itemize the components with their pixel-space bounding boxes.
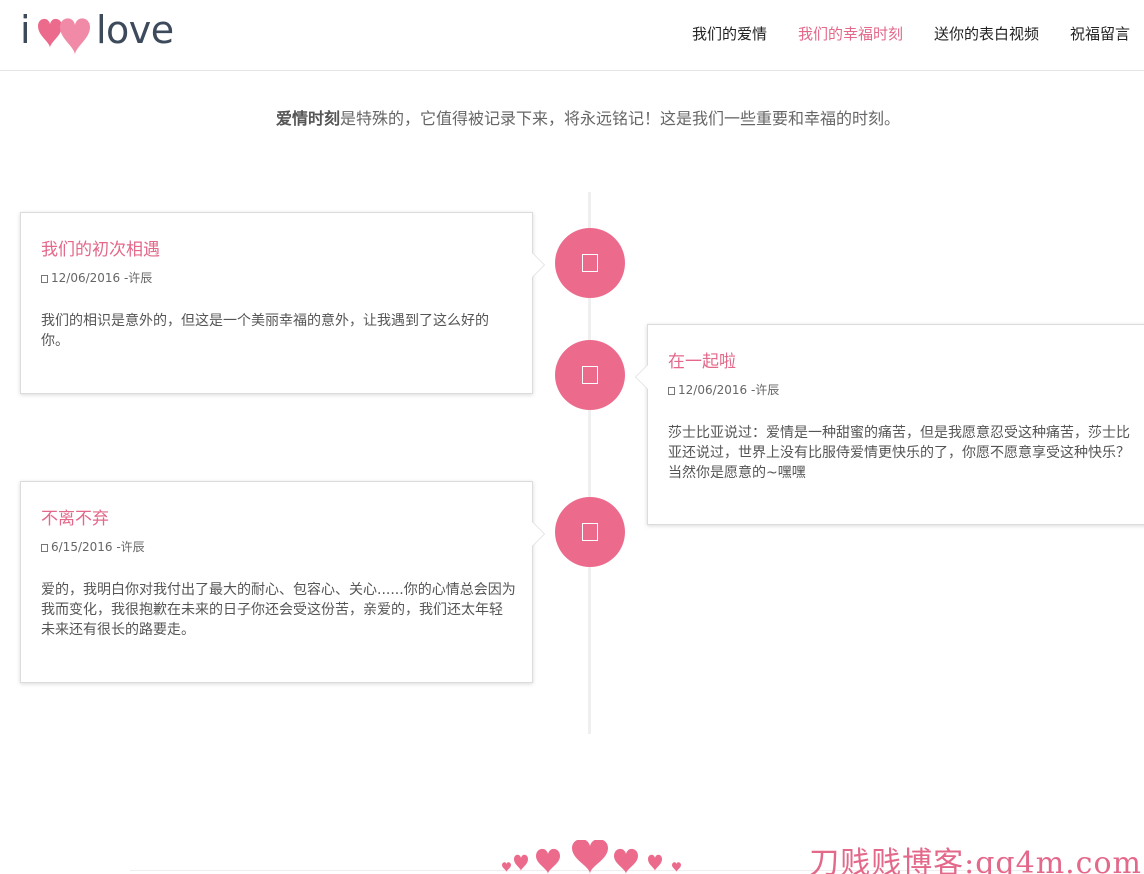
site-logo[interactable]: i love xyxy=(18,6,178,56)
timeline-card-together: 在一起啦 12/06/2016 -许辰 莎士比亚说过：爱情是一种甜蜜的痛苦，但是… xyxy=(636,324,1144,525)
card-pointer xyxy=(532,253,544,277)
timeline-node-icon xyxy=(582,523,598,541)
site-header: i love 我们的爱情 我们的幸福时刻 送你的表白视频 祝福留言 xyxy=(0,0,1144,71)
nav-item-happy-moments[interactable]: 我们的幸福时刻 xyxy=(798,23,903,44)
card-date-author: 6/15/2016 -许辰 xyxy=(51,540,145,554)
card-body: 我们的相识是意外的，但这是一个美丽幸福的意外，让我遇到了这么好的你。 xyxy=(41,313,489,349)
footer-hearts-icon xyxy=(502,840,681,874)
timeline-node xyxy=(555,497,625,567)
nav-item-confession-video[interactable]: 送你的表白视频 xyxy=(934,23,1039,44)
card-title: 我们的初次相遇 xyxy=(41,240,160,260)
card-body: 爱的，我明白你对我付出了最大的耐心、包容心、关心......你的心情总会因为我而… xyxy=(41,582,516,638)
calendar-icon xyxy=(41,275,48,283)
card-date-author: 12/06/2016 -许辰 xyxy=(51,271,153,285)
timeline-node xyxy=(555,228,625,298)
watermark-text: 刀贱贱博客:qq4m.com xyxy=(809,846,1142,874)
timeline-node-icon xyxy=(582,254,598,272)
intro-rest: 是特殊的，它值得被记录下来，将永远铭记！这是我们一些重要和幸福的时刻。 xyxy=(340,109,901,128)
card-body: 莎士比亚说过：爱情是一种甜蜜的痛苦，但是我愿意忍受这种痛苦，莎士比亚还说过，世界… xyxy=(668,425,1130,481)
logo-word-love: love xyxy=(96,8,174,52)
calendar-icon xyxy=(41,544,48,552)
timeline-node-icon xyxy=(582,366,598,384)
logo-letter-i: i xyxy=(20,8,31,52)
card-pointer xyxy=(636,365,648,389)
intro-bold: 爱情时刻 xyxy=(275,109,340,128)
card-title: 在一起啦 xyxy=(668,352,736,372)
timeline-card-never-leave: 不离不弃 6/15/2016 -许辰 爱的，我明白你对我付出了最大的耐心、包容心… xyxy=(20,481,544,683)
nav-item-guestbook[interactable]: 祝福留言 xyxy=(1070,23,1130,44)
nav-item-our-love[interactable]: 我们的爱情 xyxy=(692,23,767,44)
logo-hearts-icon xyxy=(38,18,90,55)
card-title: 不离不弃 xyxy=(41,509,109,529)
card-meta: 12/06/2016 -许辰 xyxy=(41,269,152,286)
card-date-author: 12/06/2016 -许辰 xyxy=(678,383,780,397)
card-pointer xyxy=(532,522,544,546)
timeline-node xyxy=(555,340,625,410)
card-meta: 12/06/2016 -许辰 xyxy=(668,381,779,398)
card-meta: 6/15/2016 -许辰 xyxy=(41,538,145,555)
main-nav: 我们的爱情 我们的幸福时刻 送你的表白视频 祝福留言 xyxy=(661,23,1130,44)
timeline-card-first-meet: 我们的初次相遇 12/06/2016 -许辰 我们的相识是意外的，但这是一个美丽… xyxy=(20,212,544,394)
intro-text: 爱情时刻是特殊的，它值得被记录下来，将永远铭记！这是我们一些重要和幸福的时刻。 xyxy=(0,105,1144,129)
calendar-icon xyxy=(668,387,675,395)
